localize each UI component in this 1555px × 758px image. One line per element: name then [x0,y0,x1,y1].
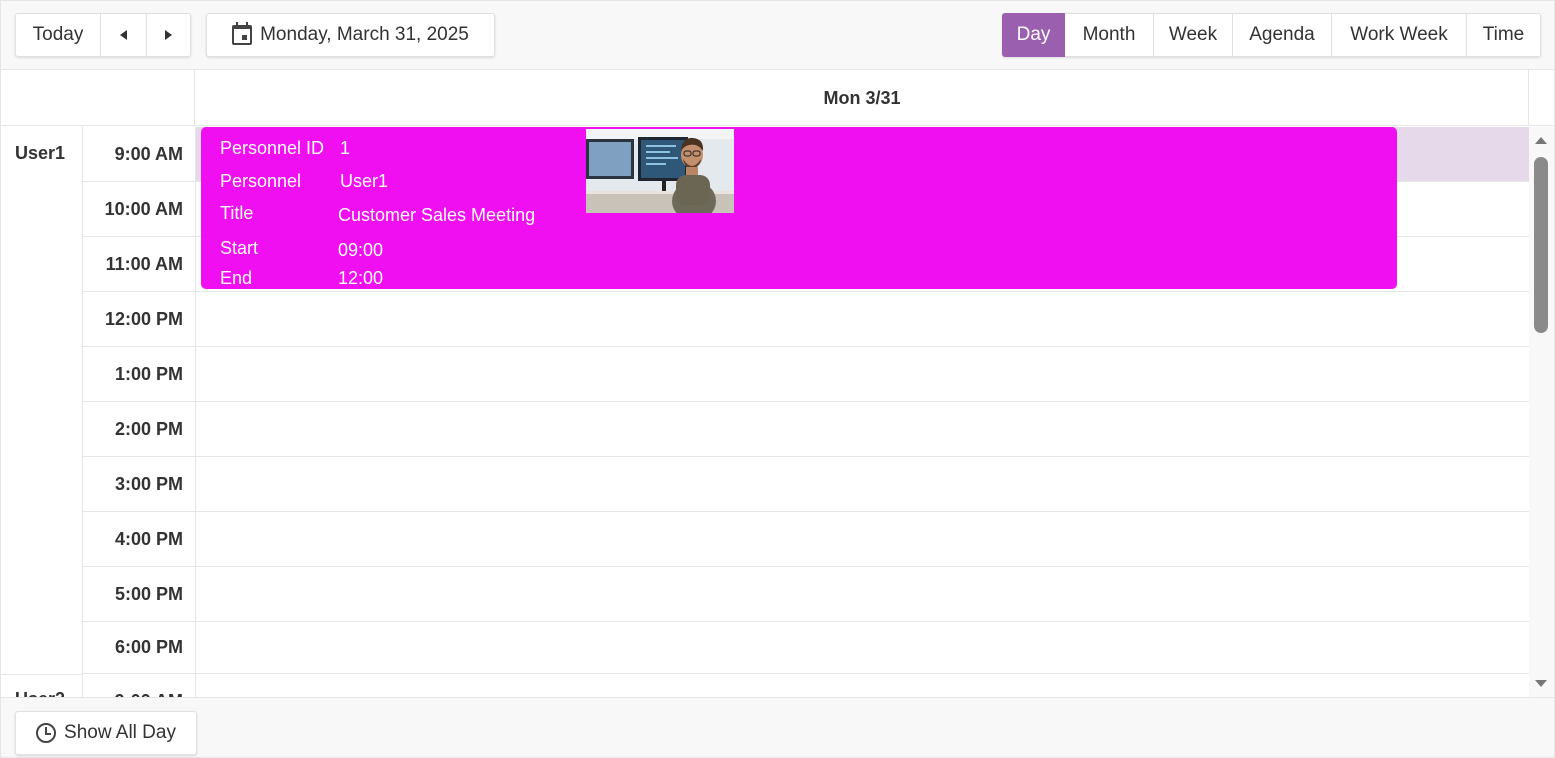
field-label: End [220,268,253,288]
prev-button[interactable] [101,13,147,57]
field-value: User1 [340,171,389,191]
appointment-field: Title Customer Sales Meeting [220,203,535,225]
view-week-button[interactable]: Week [1154,13,1233,57]
time-label: 5:00 PM [83,567,195,622]
time-label: 9:00 AM [83,127,195,182]
time-label: 11:00 AM [83,237,195,292]
nav-button-group: Today [15,13,191,57]
toolbar: Today Monday, March 31, 2025 Day Month W… [1,1,1554,70]
chevron-right-icon [165,30,172,40]
group-label-user1: User1 [15,143,66,163]
scroll-thumb[interactable] [1534,157,1548,333]
scroll-down-arrow-icon[interactable] [1535,680,1547,687]
view-day-button[interactable]: Day [1002,13,1065,57]
group-divider [1,674,83,675]
resource-group-column: User1 User2 [1,127,83,697]
time-label: 12:00 PM [83,292,195,347]
appointment-field: End 12:00 [220,268,383,289]
view-month-button[interactable]: Month [1065,13,1154,57]
time-label: 10:00 AM [83,182,195,237]
clock-icon [36,723,57,743]
chevron-left-icon [120,30,127,40]
group-label-user2: User2 [15,689,65,697]
date-picker-button[interactable]: Monday, March 31, 2025 [206,13,495,57]
field-value: 12:00 [338,268,384,288]
time-slot[interactable] [196,292,1529,347]
time-slot[interactable] [196,674,1529,697]
vertical-scrollbar[interactable] [1529,127,1554,697]
time-slot[interactable] [196,512,1529,567]
show-all-day-button[interactable]: Show All Day [15,711,197,755]
header-corner [1,70,195,126]
time-label: 1:00 PM [83,347,195,402]
personnel-photo [586,129,734,213]
appointment[interactable]: Personnel ID 1 Personnel User1 Title Cus… [201,127,1397,289]
appointment-field: Personnel ID 1 [220,138,350,159]
date-header-row: Mon 3/31 [1,70,1554,126]
appointment-field: Personnel User1 [220,171,388,192]
time-label: 2:00 PM [83,402,195,457]
field-label: Start [220,238,259,258]
field-value: Customer Sales Meeting [338,205,536,225]
time-label: 9:00 AM [83,674,195,698]
footer-bar: Show All Day [1,697,1554,757]
time-label: 6:00 PM [83,622,195,674]
time-label: 4:00 PM [83,512,195,567]
calendar-icon [232,22,253,45]
time-ruler: 9:00 AM 10:00 AM 11:00 AM 12:00 PM 1:00 … [83,127,196,697]
field-label: Title [220,203,254,223]
person-at-computer-photo [586,129,734,213]
time-slot[interactable] [196,567,1529,622]
appointment-field: Start 09:00 [220,238,383,260]
view-switcher: Day Month Week Agenda Work Week Time [1002,13,1541,57]
field-label: Personnel [220,171,302,191]
day-header[interactable]: Mon 3/31 [196,70,1529,126]
view-work-week-button[interactable]: Work Week [1332,13,1467,57]
view-time-button[interactable]: Time [1467,13,1541,57]
field-value: 1 [340,138,351,158]
show-all-day-label: Show All Day [64,722,176,743]
time-slot[interactable] [196,622,1529,674]
scheduler: Today Monday, March 31, 2025 Day Month W… [0,0,1555,758]
field-value: 09:00 [338,240,384,260]
today-button[interactable]: Today [15,13,101,57]
next-button[interactable] [147,13,191,57]
time-slot[interactable] [196,347,1529,402]
field-label: Personnel ID [220,138,325,158]
time-slot[interactable] [196,402,1529,457]
scroll-up-arrow-icon[interactable] [1535,137,1547,144]
view-agenda-button[interactable]: Agenda [1233,13,1332,57]
current-date-label: Monday, March 31, 2025 [260,24,469,45]
time-slot[interactable] [196,457,1529,512]
time-label: 3:00 PM [83,457,195,512]
